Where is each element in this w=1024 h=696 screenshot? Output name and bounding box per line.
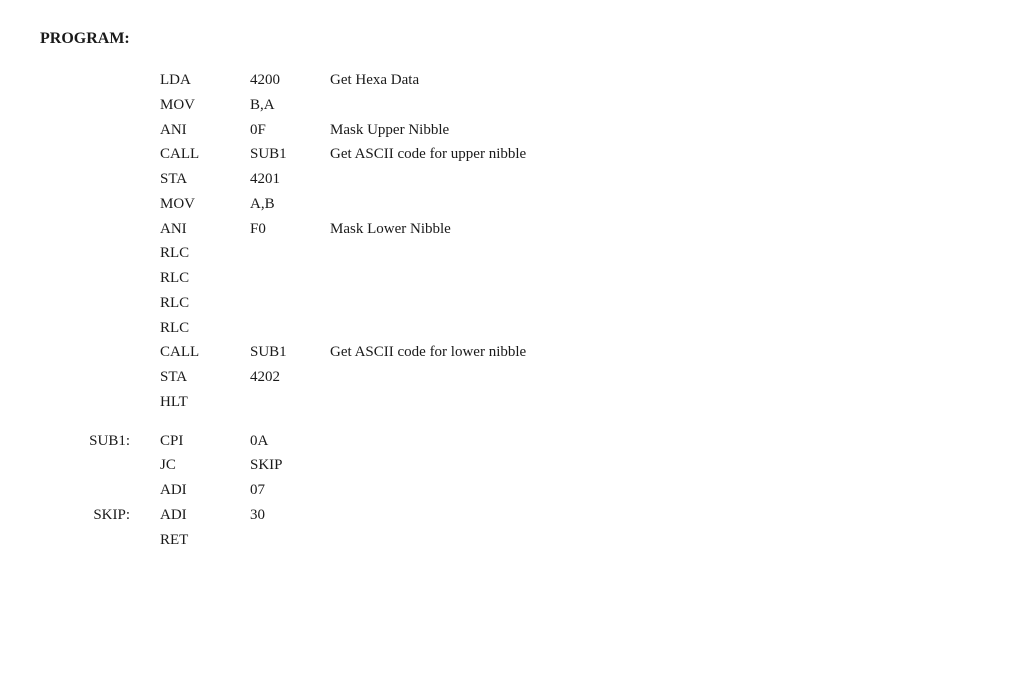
mnemonic-col: MOV <box>150 93 250 118</box>
mnemonic-col: ANI <box>150 217 250 242</box>
label-col: SKIP: <box>40 503 150 528</box>
mnemonic-col: ANI <box>150 118 250 143</box>
code-row: LDA4200Get Hexa Data <box>40 68 984 93</box>
mnemonic-col: CALL <box>150 142 250 167</box>
mnemonic-col: CPI <box>150 429 250 454</box>
code-row: STA4202 <box>40 365 984 390</box>
spacer-row <box>40 415 984 429</box>
comment-col: Get ASCII code for upper nibble <box>330 142 526 167</box>
code-row: MOVB,A <box>40 93 984 118</box>
mnemonic-col: RLC <box>150 266 250 291</box>
mnemonic-col: RLC <box>150 241 250 266</box>
mnemonic-col: HLT <box>150 390 250 415</box>
operand-col: 0F <box>250 118 330 143</box>
program-body: LDA4200Get Hexa DataMOVB,AANI0FMask Uppe… <box>40 68 984 552</box>
label-col: SUB1: <box>40 429 150 454</box>
code-row: MOVA,B <box>40 192 984 217</box>
mnemonic-col: LDA <box>150 68 250 93</box>
operand-col: 4201 <box>250 167 330 192</box>
code-row: RLC <box>40 241 984 266</box>
mnemonic-col: ADI <box>150 503 250 528</box>
operand-col: 0A <box>250 429 330 454</box>
operand-col: B,A <box>250 93 330 118</box>
code-row: RLC <box>40 316 984 341</box>
code-row: CALLSUB1Get ASCII code for lower nibble <box>40 340 984 365</box>
mnemonic-col: RLC <box>150 291 250 316</box>
page-container: PROGRAM: LDA4200Get Hexa DataMOVB,AANI0F… <box>40 30 984 552</box>
page-title: PROGRAM: <box>40 30 984 48</box>
mnemonic-col: CALL <box>150 340 250 365</box>
comment-col: Mask Lower Nibble <box>330 217 451 242</box>
code-row: ANIF0Mask Lower Nibble <box>40 217 984 242</box>
code-row: ANI0FMask Upper Nibble <box>40 118 984 143</box>
code-row: RLC <box>40 291 984 316</box>
operand-col: 4202 <box>250 365 330 390</box>
mnemonic-col: STA <box>150 167 250 192</box>
operand-col: 4200 <box>250 68 330 93</box>
code-row: STA4201 <box>40 167 984 192</box>
operand-col: A,B <box>250 192 330 217</box>
code-row: JCSKIP <box>40 453 984 478</box>
code-row: CALLSUB1Get ASCII code for upper nibble <box>40 142 984 167</box>
operand-col: 07 <box>250 478 330 503</box>
code-row: ADI07 <box>40 478 984 503</box>
comment-col: Get Hexa Data <box>330 68 419 93</box>
code-row: SKIP:ADI30 <box>40 503 984 528</box>
operand-col: SUB1 <box>250 142 330 167</box>
operand-col: 30 <box>250 503 330 528</box>
comment-col: Mask Upper Nibble <box>330 118 449 143</box>
mnemonic-col: ADI <box>150 478 250 503</box>
mnemonic-col: JC <box>150 453 250 478</box>
code-row: RLC <box>40 266 984 291</box>
mnemonic-col: RLC <box>150 316 250 341</box>
code-row: HLT <box>40 390 984 415</box>
comment-col: Get ASCII code for lower nibble <box>330 340 526 365</box>
operand-col: F0 <box>250 217 330 242</box>
operand-col: SUB1 <box>250 340 330 365</box>
operand-col: SKIP <box>250 453 330 478</box>
code-row: SUB1:CPI0A <box>40 429 984 454</box>
code-row: RET <box>40 528 984 553</box>
mnemonic-col: MOV <box>150 192 250 217</box>
mnemonic-col: STA <box>150 365 250 390</box>
mnemonic-col: RET <box>150 528 250 553</box>
